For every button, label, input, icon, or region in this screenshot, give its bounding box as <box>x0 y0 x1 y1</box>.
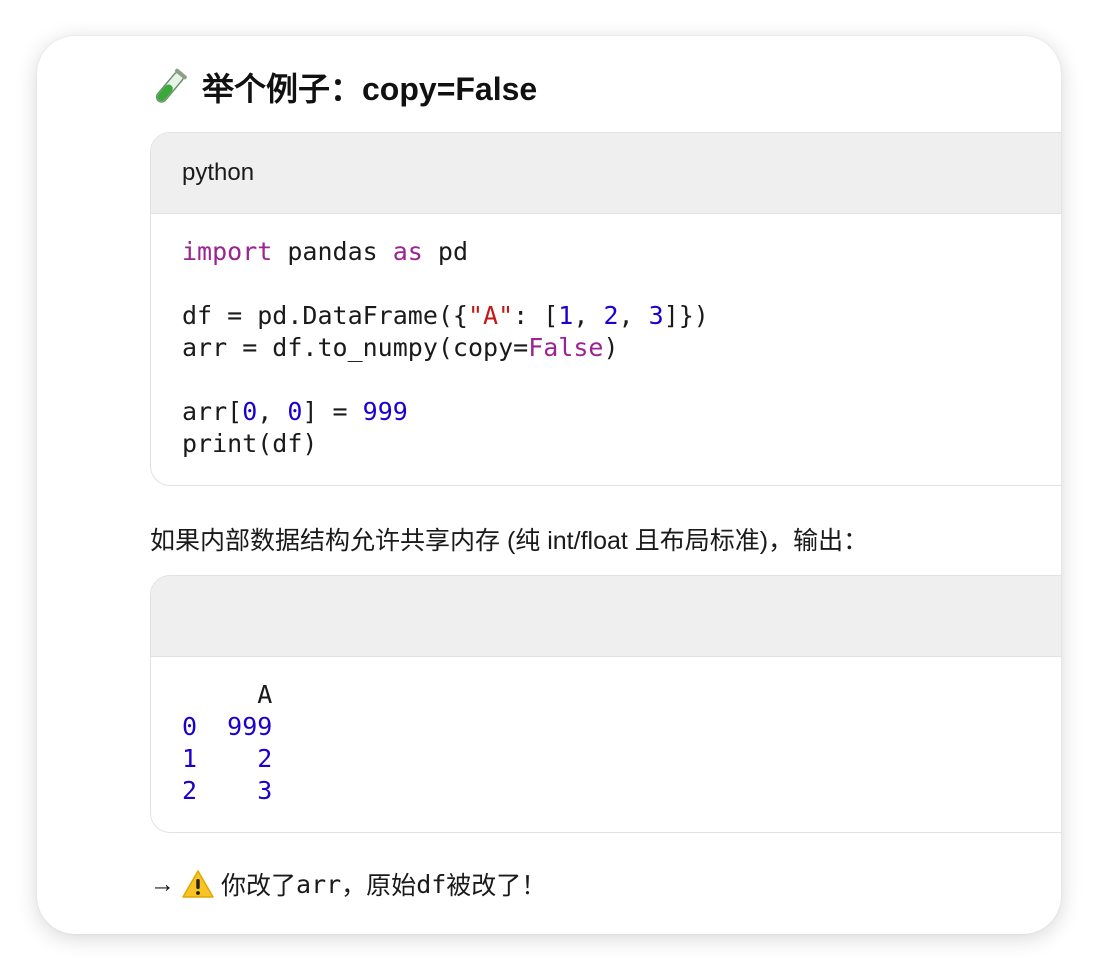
code-token: 2 <box>603 301 619 330</box>
warning-icon <box>182 870 214 898</box>
code-token: ]}) <box>663 301 709 330</box>
code-token: 3 <box>648 301 664 330</box>
code-token: A <box>182 680 273 709</box>
code-line: arr = df.to_numpy(copy=False) <box>182 333 619 362</box>
inline-code-df: df <box>416 869 447 899</box>
message-card: 举个例子：copy=False python import pandas as … <box>37 36 1061 934</box>
code-token: 999 <box>227 712 273 741</box>
code-language-label: python <box>151 133 1061 214</box>
code-line: 0 999 <box>182 712 272 741</box>
heading-title: 举个例子：copy=False <box>202 71 538 107</box>
section-heading: 举个例子：copy=False <box>150 64 537 110</box>
code-token: as <box>392 237 423 266</box>
code-content[interactable]: import pandas as pd df = pd.DataFrame({"… <box>151 214 1061 460</box>
code-token: , <box>257 397 288 426</box>
code-line: 1 2 <box>182 744 272 773</box>
conclusion-text-a: 你改了 <box>221 872 297 900</box>
code-token: 0 <box>182 712 198 741</box>
arrow-icon: → <box>150 869 175 898</box>
test-tube-icon <box>155 68 187 103</box>
code-line: import pandas as pd <box>182 237 468 266</box>
code-token: "A" <box>467 301 514 330</box>
code-token: 0 <box>287 397 303 426</box>
code-block-output: A 0 999 1 2 2 3 <box>150 575 1061 833</box>
code-token: 1 <box>182 744 198 773</box>
code-token: False <box>528 333 604 362</box>
code-block-python: python import pandas as pd df = pd.DataF… <box>150 132 1061 486</box>
code-token: ) <box>603 333 619 362</box>
code-token: 0 <box>242 397 258 426</box>
conclusion-line: → 你改了 arr ，原始 df 被改了！ <box>150 866 546 902</box>
code-line: A <box>182 680 272 709</box>
code-token: 1 <box>558 301 574 330</box>
output-description: 如果内部数据结构允许共享内存 (纯 int/float 且布局标准)，输出： <box>150 527 869 555</box>
conclusion-text-c: 被改了！ <box>446 872 547 900</box>
code-token: 2 <box>257 744 273 773</box>
code-token: 2 <box>182 776 198 805</box>
code-line: df = pd.DataFrame({"A": [1, 2, 3]}) <box>182 301 709 330</box>
code-token: arr = df.to_numpy(copy= <box>182 333 529 362</box>
code-token: 3 <box>257 776 273 805</box>
code-token: arr[ <box>182 397 243 426</box>
code-line: 2 3 <box>182 776 272 805</box>
code-token: print(df) <box>182 429 318 458</box>
code-token: import <box>182 237 273 266</box>
code-token: ] = <box>302 397 363 426</box>
code-token: pandas <box>272 237 393 266</box>
code-line: arr[0, 0] = 999 <box>182 397 408 426</box>
code-token: df = pd.DataFrame({ <box>182 301 468 330</box>
code-language-label <box>151 576 1061 657</box>
code-token: , <box>618 301 649 330</box>
code-line: print(df) <box>182 429 317 458</box>
code-content[interactable]: A 0 999 1 2 2 3 <box>151 657 1061 807</box>
code-token: 999 <box>362 397 408 426</box>
code-token: , <box>573 301 604 330</box>
conclusion-text-b: ，原始 <box>341 872 417 900</box>
code-token: : [ <box>513 301 559 330</box>
code-token: pd <box>422 237 468 266</box>
inline-code-arr: arr <box>296 869 342 899</box>
